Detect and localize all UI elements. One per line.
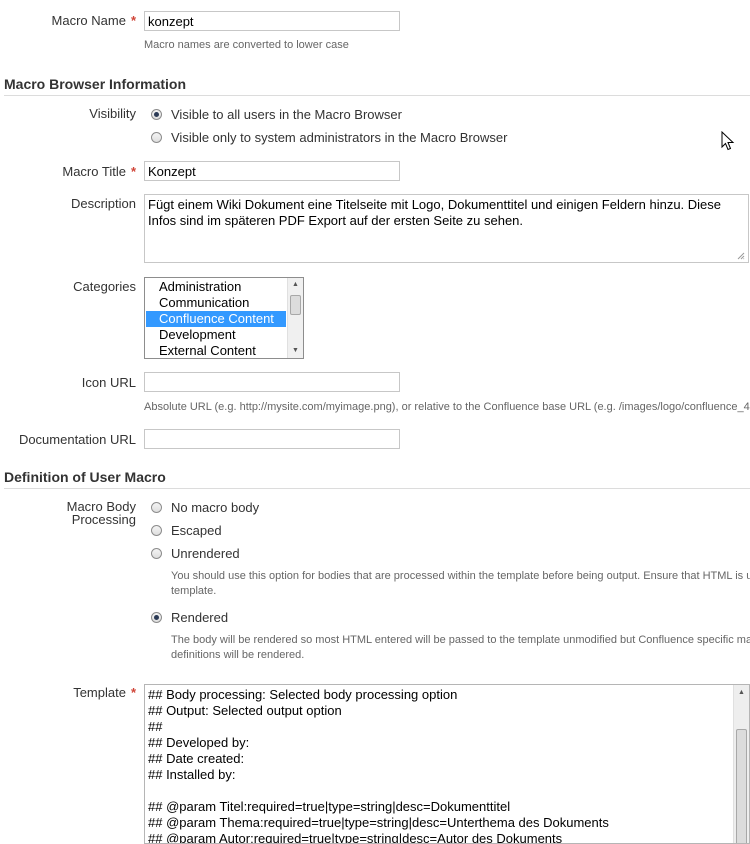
visibility-admins-only-option[interactable]: Visible only to system administrators in… bbox=[151, 129, 507, 145]
template-label: Template * bbox=[73, 685, 136, 700]
documentation-url-input[interactable] bbox=[144, 429, 400, 449]
resize-grip-icon[interactable] bbox=[737, 252, 745, 260]
macro-name-input[interactable] bbox=[144, 11, 400, 31]
radio-unchecked-icon[interactable] bbox=[151, 547, 162, 559]
categories-label: Categories bbox=[73, 279, 136, 294]
category-option-selected[interactable]: Confluence Content bbox=[146, 311, 286, 327]
categories-listbox[interactable]: Administration Communication Confluence … bbox=[144, 277, 304, 359]
template-code[interactable]: ## Body processing: Selected body proces… bbox=[148, 687, 609, 843]
description-textarea[interactable]: Fügt einem Wiki Dokument eine Titelseite… bbox=[144, 194, 749, 263]
icon-url-input[interactable] bbox=[144, 372, 400, 392]
scroll-up-arrow-icon[interactable]: ▲ bbox=[288, 278, 303, 292]
radio-checked-icon[interactable] bbox=[151, 611, 162, 623]
body-unrendered-option[interactable]: Unrendered bbox=[151, 545, 240, 561]
macro-name-label: Macro Name * bbox=[51, 13, 136, 28]
category-option[interactable]: Administration bbox=[146, 279, 286, 295]
categories-scrollbar[interactable]: ▲ ▼ bbox=[287, 278, 303, 358]
body-processing-label: Macro Body Processing bbox=[66, 499, 136, 527]
visibility-all-users-label: Visible to all users in the Macro Browse… bbox=[171, 106, 402, 122]
icon-url-label: Icon URL bbox=[81, 375, 136, 390]
visibility-all-users-option[interactable]: Visible to all users in the Macro Browse… bbox=[151, 106, 402, 122]
required-marker: * bbox=[130, 685, 136, 700]
scrollbar-thumb[interactable] bbox=[290, 295, 301, 315]
template-editor[interactable]: ## Body processing: Selected body proces… bbox=[144, 684, 750, 844]
scroll-down-arrow-icon[interactable]: ▼ bbox=[288, 344, 303, 358]
template-scrollbar[interactable]: ▲ bbox=[733, 685, 749, 843]
mouse-pointer-icon bbox=[721, 131, 735, 151]
description-label: Description bbox=[70, 196, 136, 211]
body-no-macro-body-option[interactable]: No macro body bbox=[151, 499, 259, 515]
visibility-admins-only-label: Visible only to system administrators in… bbox=[171, 129, 508, 145]
documentation-url-label: Documentation URL bbox=[18, 432, 136, 447]
radio-unchecked-icon[interactable] bbox=[151, 131, 162, 143]
required-marker: * bbox=[130, 13, 136, 28]
radio-checked-icon[interactable] bbox=[151, 108, 162, 120]
body-rendered-option[interactable]: Rendered bbox=[151, 609, 228, 625]
radio-unchecked-icon[interactable] bbox=[151, 524, 162, 536]
macro-browser-info-heading: Macro Browser Information bbox=[4, 76, 750, 96]
rendered-hint: The body will be rendered so most HTML e… bbox=[171, 634, 750, 661]
macro-name-hint: Macro names are converted to lower case bbox=[144, 39, 349, 51]
visibility-label: Visibility bbox=[89, 106, 136, 121]
scroll-up-arrow-icon[interactable]: ▲ bbox=[734, 686, 749, 700]
required-marker: * bbox=[130, 164, 136, 179]
category-option[interactable]: External Content bbox=[146, 343, 286, 358]
icon-url-hint: Absolute URL (e.g. http://mysite.com/myi… bbox=[144, 401, 750, 413]
unrendered-hint: You should use this option for bodies th… bbox=[171, 570, 750, 597]
category-option[interactable]: Communication bbox=[146, 295, 286, 311]
macro-title-input[interactable] bbox=[144, 161, 400, 181]
scrollbar-thumb[interactable] bbox=[736, 729, 747, 843]
body-escaped-option[interactable]: Escaped bbox=[151, 522, 222, 538]
radio-unchecked-icon[interactable] bbox=[151, 501, 162, 513]
category-option[interactable]: Development bbox=[146, 327, 286, 343]
definition-heading: Definition of User Macro bbox=[4, 469, 750, 489]
macro-title-label: Macro Title * bbox=[62, 164, 136, 179]
